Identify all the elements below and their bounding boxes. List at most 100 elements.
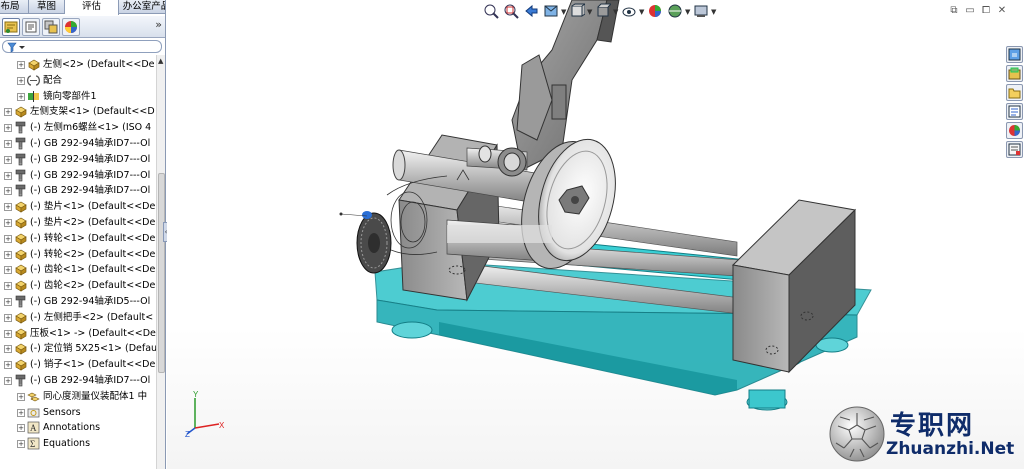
solidworks-window: 布局 草图 评估 办公室产品 » + 左侧<2> (Default<<De + 配合 +…	[0, 0, 1024, 469]
expand-toggle-icon[interactable]: +	[4, 124, 12, 133]
tree-item[interactable]: + (-) GB 292-94轴承ID7---Ol	[0, 183, 156, 199]
tree-item[interactable]: + (-) 垫片<1> (Default<<De	[0, 199, 156, 215]
expand-toggle-icon[interactable]: +	[4, 234, 12, 243]
tree-item[interactable]: + (-) 左侧把手<2> (Default<	[0, 310, 156, 326]
tree-item[interactable]: + (-) GB 292-94轴承ID5---Ol	[0, 294, 156, 310]
view-orientation-icon[interactable]	[569, 3, 587, 19]
tree-item[interactable]: + A Annotations	[0, 420, 156, 436]
expand-toggle-icon[interactable]: +	[4, 171, 12, 180]
custom-properties-icon[interactable]	[1006, 141, 1023, 158]
tree-item[interactable]: + (-) 左侧m6螺丝<1> (ISO 4	[0, 120, 156, 136]
tree-item[interactable]: + (-) 销子<1> (Default<<De	[0, 357, 156, 373]
scroll-thumb[interactable]	[158, 173, 165, 373]
tree-item-label: Annotations	[43, 422, 101, 434]
part-icon	[14, 342, 27, 356]
expand-toggle-icon[interactable]: +	[4, 219, 12, 227]
tree-item[interactable]: + 压板<1> -> (Default<<De	[0, 326, 156, 342]
feature-manager-tree-icon[interactable]	[2, 18, 20, 36]
feature-tree: + 左侧<2> (Default<<De + 配合 + 镜向零部件1 + 左侧支架<1> (D…	[0, 55, 156, 469]
concentricity-gauge-model[interactable]	[167, 0, 1024, 469]
file-explorer-icon[interactable]	[1006, 84, 1023, 101]
expand-toggle-icon[interactable]: +	[4, 187, 12, 196]
expand-toggle-icon[interactable]: +	[4, 361, 12, 370]
gear[interactable]	[356, 211, 392, 274]
appearances-scenes-icon[interactable]	[1006, 122, 1023, 139]
tree-scrollbar[interactable]: ▲	[156, 55, 165, 469]
tree-item[interactable]: + (-) 转轮<2> (Default<<De	[0, 247, 156, 263]
view-palette-icon[interactable]	[1006, 103, 1023, 120]
display-style-icon[interactable]	[595, 3, 613, 19]
expand-toggle-icon[interactable]: +	[4, 313, 12, 322]
toolbox-part-icon	[14, 184, 27, 197]
zoom-to-area-icon[interactable]	[503, 3, 519, 19]
tree-item-label: (-) 转轮<2> (Default<<De	[30, 248, 156, 260]
tree-item[interactable]: + Sensors	[0, 405, 156, 421]
expand-toggle-icon[interactable]: +	[17, 408, 25, 417]
hide-show-items-icon[interactable]	[621, 3, 637, 19]
part-icon	[14, 311, 27, 324]
tree-item[interactable]: + 左侧<2> (Default<<De	[0, 57, 156, 73]
expand-toggle-icon[interactable]: +	[4, 108, 12, 117]
maximize-icon[interactable]: ⧠	[980, 6, 992, 18]
toolbox-part-icon	[14, 153, 27, 166]
tree-item[interactable]: + 同心度测量仪装配体1 中	[0, 389, 156, 405]
tree-item[interactable]: + (-) GB 292-94轴承ID7---Ol	[0, 168, 156, 184]
tree-item[interactable]: + Σ Equations	[0, 436, 156, 452]
tree-item[interactable]: + (-) GB 292-94轴承ID7---Ol	[0, 152, 156, 168]
tree-item[interactable]: + 配合	[0, 73, 156, 89]
tab-layout[interactable]: 布局	[0, 0, 29, 14]
feature-tree-filter[interactable]	[2, 40, 162, 53]
expand-toggle-icon[interactable]: +	[17, 392, 25, 401]
tree-item[interactable]: + (-) 齿轮<1> (Default<<De	[0, 262, 156, 278]
document-window-controls: ⧉ ▭ ⧠ ✕	[948, 6, 1018, 18]
feature-manager-tabs: »	[0, 16, 165, 38]
tree-item[interactable]: + (-) GB 292-94轴承ID7---Ol	[0, 373, 156, 389]
design-library-icon[interactable]	[1006, 65, 1023, 82]
apply-scene-icon[interactable]	[667, 3, 683, 19]
expand-toggle-icon[interactable]: +	[4, 155, 12, 164]
section-view-icon[interactable]	[543, 3, 559, 19]
minimize-icon[interactable]: ▭	[964, 6, 976, 18]
tree-item[interactable]: + (-) 齿轮<2> (Default<<De	[0, 278, 156, 294]
expand-toggle-icon[interactable]: +	[4, 377, 12, 385]
tree-item[interactable]: + (-) GB 292-94轴承ID7---Ol	[0, 136, 156, 152]
display-manager-icon[interactable]	[62, 18, 80, 36]
graphics-area[interactable]: ▼ ▼ ▼ ▼ ▼ ▼ ⧉ ▭ ⧠ ✕ Y X Z 专职网 Zhuanzhi.N…	[167, 0, 1024, 469]
tree-item[interactable]: + 左侧支架<1> (Default<<D	[0, 104, 156, 120]
expand-toggle-icon[interactable]: +	[4, 203, 12, 212]
expand-toggle-icon[interactable]: +	[4, 298, 12, 306]
expand-toggle-icon[interactable]: +	[17, 440, 25, 449]
scroll-up-arrow-icon[interactable]: ▲	[158, 57, 163, 65]
configuration-manager-icon[interactable]	[42, 18, 60, 36]
expand-toggle-icon[interactable]: +	[17, 76, 25, 85]
expand-toggle-icon[interactable]: +	[4, 282, 12, 291]
part-icon	[14, 263, 27, 277]
expand-panel-icon[interactable]: »	[155, 18, 162, 31]
property-manager-icon[interactable]	[22, 18, 40, 36]
restore-down-icon[interactable]: ⧉	[948, 6, 960, 18]
previous-view-icon[interactable]	[523, 3, 539, 19]
expand-toggle-icon[interactable]: +	[17, 424, 25, 433]
triad-y-label: Y	[193, 390, 199, 399]
tree-item-label: 镜向零部件1	[43, 90, 97, 102]
tree-item[interactable]: + (-) 垫片<2> (Default<<De	[0, 215, 156, 231]
tree-item[interactable]: + (-) 定位销 5X25<1> (Defau	[0, 341, 156, 357]
expand-toggle-icon[interactable]: +	[4, 140, 12, 148]
close-icon[interactable]: ✕	[996, 6, 1008, 18]
expand-toggle-icon[interactable]: +	[17, 92, 25, 101]
tab-office-products[interactable]: 办公室产品	[119, 0, 165, 14]
tree-item[interactable]: + 镜向零部件1	[0, 89, 156, 105]
svg-text:Σ: Σ	[30, 439, 35, 449]
zoom-to-fit-icon[interactable]	[483, 3, 499, 19]
view-settings-icon[interactable]	[693, 3, 709, 19]
expand-toggle-icon[interactable]: +	[4, 345, 12, 354]
tree-item[interactable]: + (-) 转轮<1> (Default<<De	[0, 231, 156, 247]
expand-toggle-icon[interactable]: +	[4, 266, 12, 275]
expand-toggle-icon[interactable]: +	[4, 329, 12, 338]
expand-toggle-icon[interactable]: +	[4, 250, 12, 259]
tab-sketch[interactable]: 草图	[29, 0, 65, 14]
tab-evaluate[interactable]: 评估	[65, 0, 119, 15]
solidworks-resources-icon[interactable]	[1006, 46, 1023, 63]
edit-appearance-icon[interactable]	[647, 3, 663, 19]
expand-toggle-icon[interactable]: +	[17, 61, 25, 69]
